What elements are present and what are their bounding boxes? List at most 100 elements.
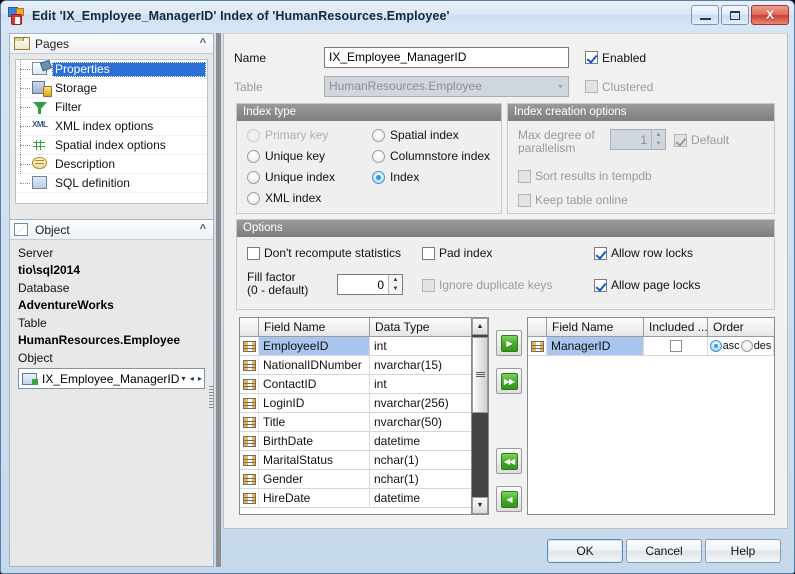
pad-index-checkbox[interactable]: Pad index <box>422 246 492 260</box>
radio-unique-key[interactable]: Unique key <box>247 149 367 163</box>
ignore-duplicate-keys-label: Ignore duplicate keys <box>439 278 552 292</box>
chevron-down-icon[interactable]: ▾ <box>179 374 187 383</box>
pad-index-label: Pad index <box>439 246 492 260</box>
column-field-name[interactable]: Field Name <box>259 318 370 337</box>
chevron-up-icon[interactable]: ^ <box>200 223 206 235</box>
dont-recompute-statistics-checkbox[interactable]: Don't recompute statistics <box>247 246 401 260</box>
xml-icon: XML <box>32 119 49 134</box>
sidebar-item-spatial-index-options[interactable]: Spatial index options <box>16 136 207 155</box>
order-radio-group[interactable]: asc des <box>710 337 772 355</box>
clustered-label: Clustered <box>602 80 653 94</box>
table-row[interactable]: BirthDate datetime <box>240 432 488 451</box>
table-row[interactable]: MaritalStatus nchar(1) <box>240 451 488 470</box>
column-order[interactable]: Order <box>708 318 774 337</box>
help-button[interactable]: Help <box>705 539 781 563</box>
table-row[interactable]: Title nvarchar(50) <box>240 413 488 432</box>
previous-object-icon[interactable]: ◂ <box>188 374 196 383</box>
column-data-type[interactable]: Data Type <box>370 318 473 337</box>
add-one-button[interactable]: ▶ <box>496 330 522 356</box>
field-name-cell: LoginID <box>259 394 370 413</box>
sidebar-item-description[interactable]: Description <box>16 155 207 174</box>
sidebar-item-properties[interactable]: Properties <box>16 60 207 79</box>
table-row[interactable]: EmployeeID int <box>240 337 488 356</box>
double-arrow-left-icon: ◀◀ <box>501 453 518 470</box>
remove-all-button[interactable]: ◀◀ <box>496 448 522 474</box>
radio-xml-index[interactable]: XML index <box>247 191 367 205</box>
radio-columnstore-index[interactable]: Columnstore index <box>372 149 497 163</box>
column-included[interactable]: Included ... <box>644 318 708 337</box>
table-row[interactable]: NationalIDNumber nvarchar(15) <box>240 356 488 375</box>
sidebar-item-xml-index-options[interactable]: XML XML index options <box>16 117 207 136</box>
row-icon <box>240 375 259 394</box>
radio-index[interactable]: Index <box>372 170 497 184</box>
tree-connector-icon <box>18 98 32 117</box>
sidebar-item-storage[interactable]: Storage <box>16 79 207 98</box>
row-icon <box>240 470 259 489</box>
close-button[interactable]: X <box>751 5 789 25</box>
cancel-button[interactable]: Cancel <box>626 539 702 563</box>
available-grid-scrollbar[interactable]: ▲ ▼ <box>471 318 488 514</box>
scroll-down-button[interactable]: ▼ <box>472 497 488 514</box>
clustered-checkbox: Clustered <box>585 80 653 94</box>
radio-dot-asc[interactable] <box>710 340 722 352</box>
enabled-checkbox[interactable]: Enabled <box>585 51 646 65</box>
sidebar-item-label: Storage <box>52 81 100 96</box>
object-panel-header: Object ^ <box>10 220 213 240</box>
scrollbar-thumb[interactable] <box>472 337 488 413</box>
add-all-button[interactable]: ▶▶ <box>496 368 522 394</box>
checkbox-box <box>585 80 598 93</box>
radio-spatial-index[interactable]: Spatial index <box>372 128 497 142</box>
pages-panel-header: Pages ^ <box>10 34 213 54</box>
remove-one-button[interactable]: ◀ <box>496 486 522 512</box>
spinner-down-icon[interactable]: ▼ <box>389 285 402 295</box>
ok-button[interactable]: OK <box>547 539 623 563</box>
sidebar-item-filter[interactable]: Filter <box>16 98 207 117</box>
table-row[interactable]: ManagerID asc des <box>528 337 774 356</box>
radio-label: Unique index <box>265 170 335 184</box>
radio-primary-key: Primary key <box>247 128 367 142</box>
table-row[interactable]: HireDate datetime <box>240 489 488 508</box>
pages-panel-title: Pages <box>35 37 69 51</box>
data-type-cell: datetime <box>370 432 473 451</box>
panel-splitter[interactable] <box>216 33 221 567</box>
panel-resize-grip[interactable] <box>209 386 214 410</box>
spinner-buttons: ▲ ▼ <box>651 130 665 149</box>
row-selector-column <box>240 318 259 337</box>
available-fields-grid[interactable]: Field Name Data Type EmployeeID int Nati… <box>239 317 489 515</box>
chevron-up-icon[interactable]: ^ <box>200 37 206 49</box>
name-input[interactable]: IX_Employee_ManagerID <box>324 47 569 68</box>
radio-unique-index[interactable]: Unique index <box>247 170 367 184</box>
order-cell[interactable]: asc des <box>708 337 774 356</box>
tree-connector-icon <box>18 174 32 193</box>
max-dop-label-line2: parallelism <box>518 142 606 155</box>
table-row[interactable]: LoginID nvarchar(256) <box>240 394 488 413</box>
column-field-name[interactable]: Field Name <box>547 318 644 337</box>
sort-tempdb-label: Sort results in tempdb <box>535 169 652 183</box>
row-selector-column <box>528 318 547 337</box>
row-icon <box>240 356 259 375</box>
checkbox-box <box>518 194 531 207</box>
fill-factor-spinner[interactable]: 0 ▲ ▼ <box>337 274 403 295</box>
minimize-button[interactable] <box>691 5 719 25</box>
radio-label: Index <box>390 170 419 184</box>
included-cell[interactable] <box>644 337 708 356</box>
scroll-up-button[interactable]: ▲ <box>472 318 488 335</box>
spinner-buttons[interactable]: ▲ ▼ <box>388 275 402 294</box>
object-selector-combobox[interactable]: IX_Employee_ManagerID ▾ ◂ ▸ <box>18 368 205 389</box>
window-title: Edit 'IX_Employee_ManagerID' Index of 'H… <box>32 9 450 23</box>
included-checkbox[interactable] <box>670 340 682 352</box>
spinner-up-icon[interactable]: ▲ <box>389 275 402 285</box>
maximize-button[interactable] <box>721 5 749 25</box>
allow-page-locks-checkbox[interactable]: Allow page locks <box>594 278 700 292</box>
table-row[interactable]: Gender nchar(1) <box>240 470 488 489</box>
available-grid-header: Field Name Data Type <box>240 318 488 337</box>
next-object-icon[interactable]: ▸ <box>196 374 204 383</box>
table-row[interactable]: ContactID int <box>240 375 488 394</box>
index-fields-grid[interactable]: Field Name Included ... Order ManagerID … <box>527 317 775 515</box>
allow-row-locks-checkbox[interactable]: Allow row locks <box>594 246 693 260</box>
index-grid-header: Field Name Included ... Order <box>528 318 774 337</box>
sidebar-item-sql-definition[interactable]: SQL definition <box>16 174 207 193</box>
radio-dot-des[interactable] <box>741 340 753 352</box>
name-row: Name IX_Employee_ManagerID Enabled <box>234 47 646 68</box>
object-panel-title: Object <box>35 223 70 237</box>
